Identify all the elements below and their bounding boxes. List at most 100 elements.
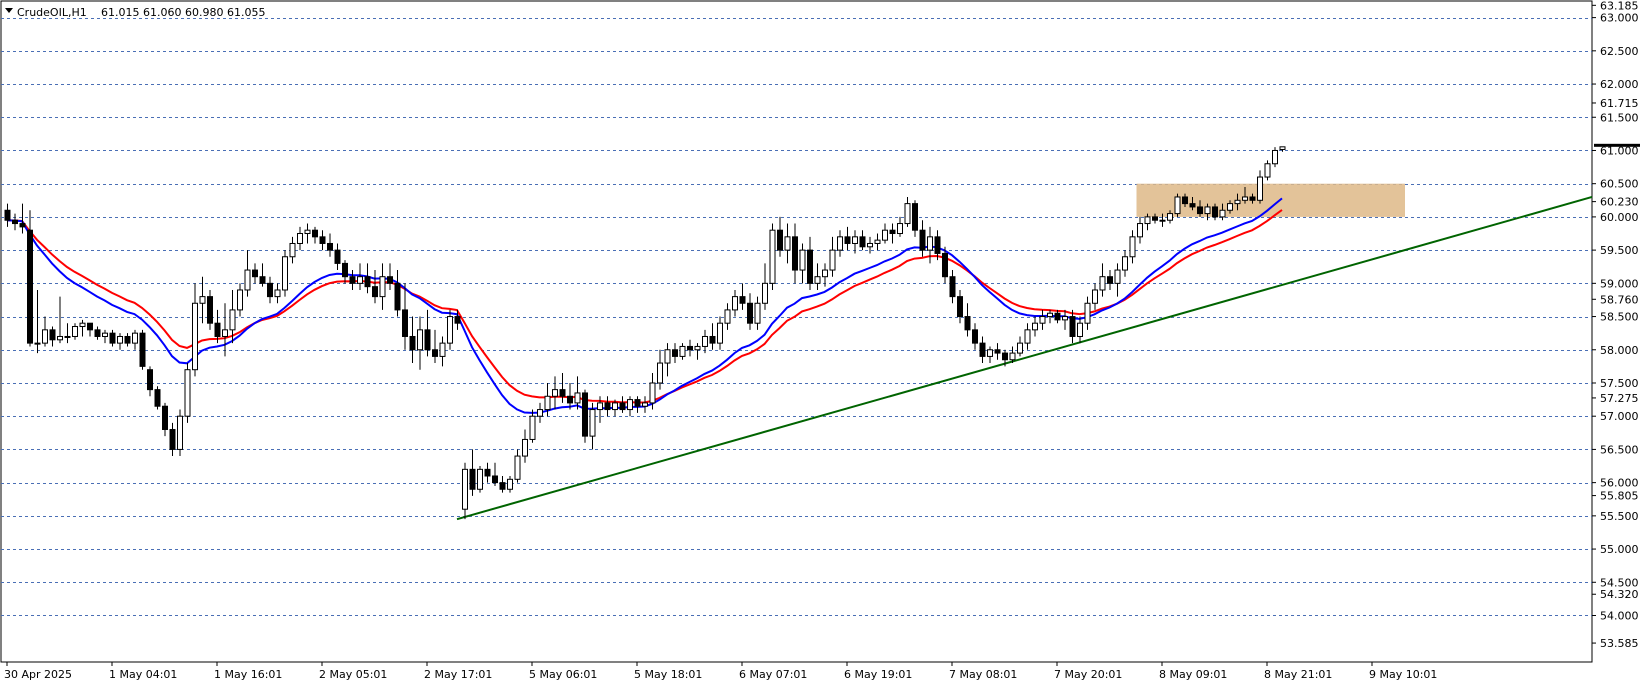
y-tick-label: 62.000 [1600, 78, 1639, 91]
y-tick-label: 59.500 [1600, 244, 1639, 257]
bear-candle [267, 282, 273, 298]
ohlc-readout: 61.015 61.060 60.980 61.055 [101, 6, 265, 19]
bear-candle [252, 269, 258, 278]
bull-candle [867, 242, 873, 248]
bear-candle [1189, 203, 1196, 208]
bull-candle [702, 335, 708, 347]
bull-candle [1122, 256, 1128, 271]
bull-candle [192, 302, 198, 371]
bull-candle [1009, 352, 1016, 361]
bull-candle [649, 382, 656, 404]
bear-candle [87, 322, 93, 331]
bear-candle [964, 316, 971, 331]
bear-candle [957, 296, 963, 318]
bear-candle [319, 236, 326, 244]
bull-candle [1264, 163, 1271, 178]
bear-candle [154, 389, 161, 407]
bull-candle [184, 369, 191, 417]
y-tick-label: 62.500 [1600, 45, 1639, 58]
bear-candle [582, 392, 588, 437]
bear-candle [1249, 196, 1256, 201]
bear-candle [1107, 276, 1113, 284]
bear-candle [942, 252, 948, 278]
bear-candle [214, 322, 221, 337]
bear-candle [807, 249, 813, 284]
bull-candle [574, 392, 581, 404]
bear-candle [469, 468, 476, 490]
bull-candle [297, 233, 303, 244]
bear-candle [387, 276, 393, 284]
bull-candle [282, 256, 288, 291]
bear-candle [604, 402, 611, 411]
bull-candle [1039, 316, 1046, 324]
bull-candle [1144, 216, 1151, 225]
bear-candle [567, 395, 573, 404]
bear-candle [844, 236, 851, 244]
bull-candle [1017, 342, 1023, 354]
y-tick-label: 55.805 [1600, 490, 1639, 503]
bear-candle [747, 302, 753, 324]
bull-candle [1129, 236, 1136, 258]
bear-candle [454, 316, 461, 324]
bull-candle [754, 302, 761, 324]
bull-candle [514, 455, 521, 480]
y-tick-label: 55.000 [1600, 543, 1639, 556]
bull-candle [724, 309, 731, 324]
bear-candle [139, 332, 146, 367]
bear-candle [972, 329, 978, 344]
bull-candle [439, 342, 446, 357]
bull-candle [762, 282, 768, 304]
bull-candle [34, 342, 41, 345]
bull-candle [694, 345, 701, 351]
bear-candle [402, 309, 408, 337]
bull-candle [57, 335, 63, 341]
bull-candle [529, 415, 536, 440]
bull-candle [657, 362, 663, 384]
bull-candle [874, 239, 881, 244]
bear-candle [687, 345, 693, 351]
bull-candle [769, 229, 776, 284]
bull-candle [882, 229, 888, 241]
y-tick-label: 58.760 [1600, 293, 1639, 306]
bear-candle [912, 203, 918, 231]
bull-candle [799, 249, 806, 271]
y-tick-label: 57.500 [1600, 377, 1639, 390]
bear-candle [424, 329, 431, 351]
y-tick-label: 61.715 [1600, 97, 1639, 110]
bear-candle [4, 209, 11, 221]
y-tick-label: 61.500 [1600, 111, 1639, 124]
y-tick-label: 56.000 [1600, 477, 1639, 490]
bull-candle [717, 322, 723, 344]
bear-candle [1212, 206, 1218, 218]
y-tick-label: 53.585 [1600, 637, 1639, 650]
y-tick-label: 54.320 [1600, 588, 1639, 601]
bull-candle [304, 229, 311, 235]
bear-candle [1002, 352, 1008, 361]
bull-candle [1227, 203, 1233, 211]
bull-candle [1234, 199, 1241, 205]
bull-candle [987, 349, 993, 357]
bull-candle [1204, 206, 1211, 215]
bear-candle [364, 276, 371, 288]
bull-candle [237, 289, 243, 311]
y-tick-label: 60.230 [1600, 196, 1639, 209]
chart-header[interactable]: CrudeOIL,H1 61.015 61.060 60.980 61.055 [5, 6, 265, 19]
bull-candle [1272, 149, 1278, 165]
bull-candle [927, 236, 933, 251]
bear-candle [394, 282, 401, 311]
bull-candle [552, 389, 558, 397]
bear-candle [859, 236, 866, 248]
x-tick-label: 8 May 09:01 [1159, 668, 1227, 681]
y-tick-label: 63.000 [1600, 12, 1639, 25]
y-tick-label: 59.000 [1600, 277, 1639, 290]
bull-candle [589, 409, 596, 437]
candlestick-chart: 63.18563.000 62.500 62.000 61.71561.500 61.0… [0, 0, 1651, 686]
bear-candle [919, 229, 926, 251]
bull-candle [64, 335, 71, 338]
bull-candle [522, 438, 528, 457]
bear-candle [19, 223, 26, 228]
bull-candle [79, 322, 86, 328]
bear-candle [49, 329, 56, 341]
y-tick-label: 63.185 [1600, 0, 1639, 12]
bear-candle [12, 219, 18, 225]
